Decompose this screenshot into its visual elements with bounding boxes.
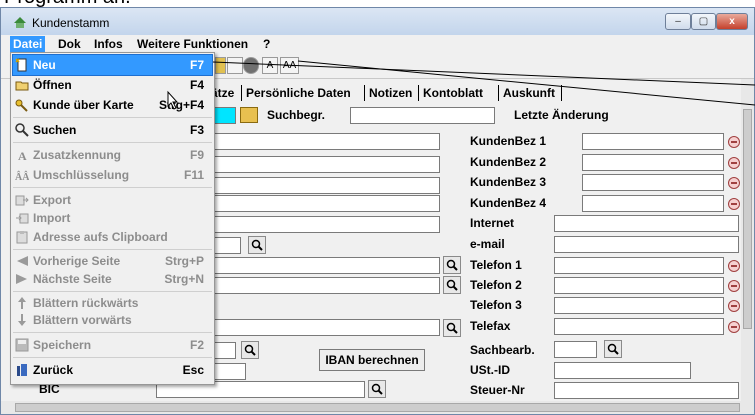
annotation-pointer-lines (167, 60, 755, 110)
mouse-cursor-icon (167, 90, 179, 110)
pointer-line (297, 60, 755, 106)
pointer-line (212, 61, 755, 86)
